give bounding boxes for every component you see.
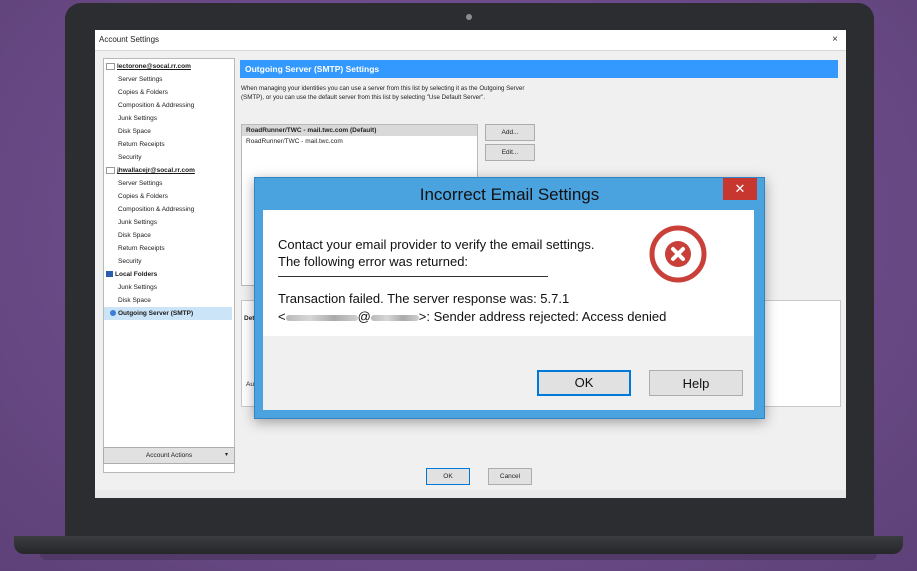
laptop-base (14, 536, 903, 554)
error-line: Transaction failed. The server response … (278, 291, 570, 306)
tree-item-junk[interactable]: Junk Settings (118, 216, 157, 229)
camera-icon (466, 14, 472, 20)
tree-item-security[interactable]: Security (118, 255, 141, 268)
redacted-text (285, 314, 358, 321)
folder-icon (106, 271, 113, 278)
tree-item-security[interactable]: Security (118, 151, 141, 164)
dialog-title: Incorrect Email Settings (419, 185, 600, 204)
dialog-footer: OK Help (263, 336, 754, 410)
tree-account-jhwallacejr[interactable]: jhwallacejr@socal.rr.com (106, 164, 195, 177)
dialog-message: Contact your email provider to verify th… (278, 236, 594, 270)
dialog-help-button[interactable]: Help (649, 370, 743, 396)
account-tree[interactable]: lectorone@socal.rr.com Server Settings C… (103, 58, 235, 473)
tree-item-outgoing-server[interactable]: Outgoing Server (SMTP) (104, 307, 232, 320)
tree-local-folders[interactable]: Local Folders (106, 268, 157, 281)
tree-item-server-settings[interactable]: Server Settings (118, 73, 162, 86)
list-item[interactable]: RoadRunner/TWC - mail.twc.com (242, 136, 477, 147)
panel-header: Outgoing Server (SMTP) Settings (240, 60, 838, 78)
list-item[interactable]: RoadRunner/TWC - mail.twc.com (Default) (242, 125, 477, 136)
laptop-shadow (40, 554, 877, 560)
redacted-text (370, 314, 419, 321)
edit-server-button[interactable]: Edit... (485, 144, 535, 161)
chevron-down-icon: ▾ (224, 452, 228, 458)
cancel-button[interactable]: Cancel (488, 468, 532, 485)
smtp-icon (110, 310, 116, 317)
window-close-button[interactable]: × (832, 30, 838, 50)
tree-account-lectorone[interactable]: lectorone@socal.rr.com (106, 60, 191, 73)
window-bottom-strip (95, 490, 846, 498)
tree-item-disk-space[interactable]: Disk Space (118, 294, 151, 307)
ok-button[interactable]: OK (426, 468, 470, 485)
dialog-body: Contact your email provider to verify th… (263, 210, 754, 410)
dialog-error-text: Transaction failed. The server response … (278, 290, 666, 326)
tree-item-server-settings[interactable]: Server Settings (118, 177, 162, 190)
dialog-ok-button[interactable]: OK (537, 370, 631, 396)
account-actions-button[interactable]: Account Actions ▾ (103, 447, 235, 464)
dialog-close-button[interactable]: ✕ (723, 178, 757, 200)
tree-item-copies-folders[interactable]: Copies & Folders (118, 86, 168, 99)
error-suffix: >: Sender address rejected: Access denie… (418, 309, 667, 324)
tree-item-junk[interactable]: Junk Settings (118, 112, 157, 125)
panel-description: When managing your identities you can us… (241, 85, 525, 101)
account-icon (106, 166, 115, 174)
error-at: @ (357, 309, 371, 324)
tree-item-disk-space[interactable]: Disk Space (118, 229, 151, 242)
tree-item-junk[interactable]: Junk Settings (118, 281, 157, 294)
divider (278, 276, 548, 277)
dialog-message-line: The following error was returned: (278, 254, 469, 269)
window-title: Account Settings (99, 35, 160, 44)
error-line: < @ >: Sender address rejected: Access den… (278, 308, 666, 326)
details-auth-label: Au (246, 381, 254, 388)
account-icon (106, 62, 115, 70)
tree-item-disk-space[interactable]: Disk Space (118, 125, 151, 138)
tree-item-copies-folders[interactable]: Copies & Folders (118, 190, 168, 203)
error-x-icon (649, 225, 707, 283)
window-titlebar: Account Settings × (95, 30, 846, 51)
tree-item-composition[interactable]: Composition & Addressing (118, 203, 194, 216)
error-dialog: Incorrect Email Settings ✕ Contact your … (254, 177, 765, 419)
add-server-button[interactable]: Add... (485, 124, 535, 141)
dialog-message-line: Contact your email provider to verify th… (278, 237, 595, 252)
error-prefix: < (278, 309, 286, 324)
tree-item-composition[interactable]: Composition & Addressing (118, 99, 194, 112)
details-label: Det (244, 315, 255, 322)
tree-item-return-receipts[interactable]: Return Receipts (118, 138, 165, 151)
account-actions-label: Account Actions (145, 452, 193, 459)
tree-item-return-receipts[interactable]: Return Receipts (118, 242, 165, 255)
